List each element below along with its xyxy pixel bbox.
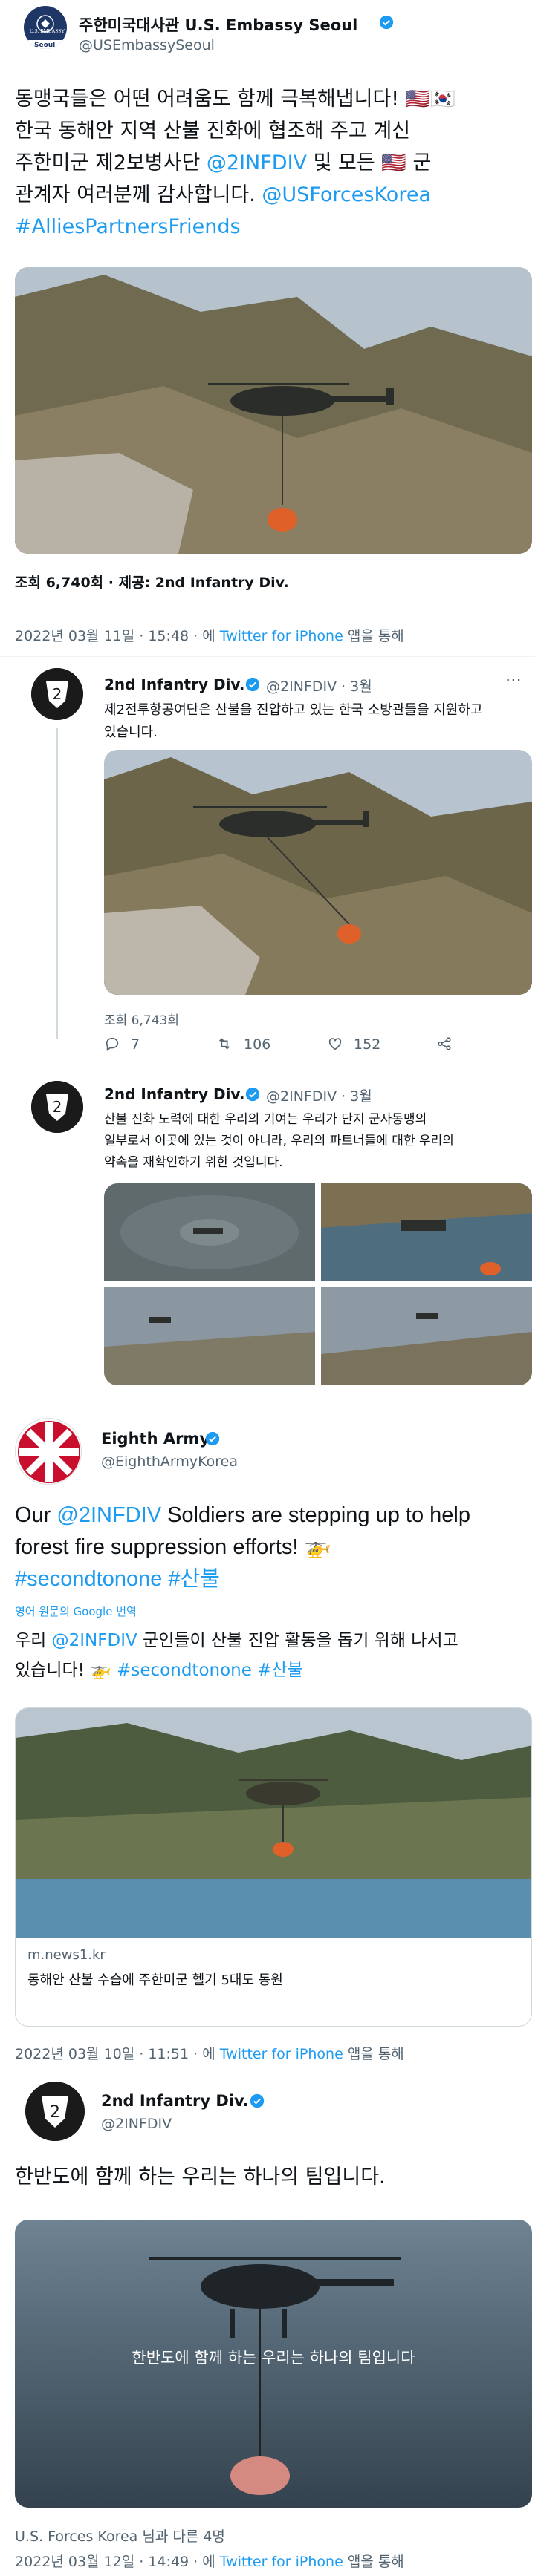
indianhead-patch-icon: 2 (25, 2082, 85, 2141)
tweet3-author-handle[interactable]: @2INFDIV (101, 2116, 172, 2132)
2infdiv-avatar[interactable]: 2 (31, 1081, 83, 1133)
eighth-army-patch-icon (18, 1421, 80, 1483)
retweet-count: 106 (244, 1036, 271, 1053)
tweet1-views: 조회 6,740회 · 제공: 2nd Infantry Div. (15, 575, 289, 591)
svg-text:2: 2 (53, 685, 62, 703)
tweet1-video-helicopter[interactable] (15, 267, 532, 554)
link-card-image (16, 1708, 531, 1938)
like-count: 152 (354, 1036, 381, 1053)
tweet1-text: 동맹국들은 어떤 어려움도 함께 극복해냅니다! 🇺🇸🇰🇷 한국 동해안 지역 … (15, 83, 528, 243)
tweet3-text: 한반도에 함께 하는 우리는 하나의 팀입니다. (15, 2165, 386, 2188)
tweet2-meta: 2022년 03월 10일 · 11:51 · 에 Twitter for iP… (15, 2046, 404, 2062)
embassy-avatar-label-bottom: Seoul (34, 42, 56, 49)
eighth-army-avatar[interactable] (15, 1418, 82, 1485)
embassy-avatar-label-top: U.S. EMBASSY (30, 28, 65, 34)
reply-count: 7 (131, 1036, 140, 1053)
tweet1-source-link[interactable]: Twitter for iPhone (220, 628, 343, 644)
tweet3-video[interactable]: 한반도에 함께 하는 우리는 하나의 팀입니다 (15, 2220, 532, 2508)
tweet1-author-name[interactable]: 주한미국대사관 U.S. Embassy Seoul (79, 13, 357, 36)
tweet2-author-name[interactable]: Eighth Army (101, 1430, 210, 1448)
tweet3-meta: 2022년 03월 12일 · 14:49 · 에 Twitter for iP… (15, 2554, 404, 2570)
share-icon (438, 1037, 451, 1050)
link-card[interactable]: m.news1.kr 동해안 산불 수습에 주한미군 헬기 5대도 동원 (15, 1707, 532, 2027)
translate-label[interactable]: 영어 원문의 Google 번역 (15, 1604, 137, 1619)
quote2-photo-grid[interactable] (104, 1183, 532, 1385)
mention-2infdiv[interactable]: @2INFDIV (56, 1503, 161, 1527)
tweet2-translation: 우리 @2INFDIV 군인들이 산불 진압 활동을 돕기 위해 나서고 있습니… (15, 1631, 458, 1680)
more-options-icon[interactable]: ⋯ (505, 671, 522, 690)
quote1-author-name[interactable]: 2nd Infantry Div. (104, 676, 244, 693)
verified-badge-icon (379, 15, 394, 30)
quote1-views: 조회 6,743회 (104, 1013, 179, 1028)
like-button[interactable]: 152 (327, 1036, 380, 1053)
hashtag-secondtonone[interactable]: #secondtonone #산불 (117, 1661, 303, 1680)
link-card-title: 동해안 산불 수습에 주한미군 헬기 5대도 동원 (27, 1972, 283, 1988)
hashtag-alliespartnersfriends[interactable]: #AlliesPartnersFriends (15, 211, 528, 243)
hashtag-secondtonone[interactable]: #secondtonone #산불 (15, 1563, 528, 1595)
quote2-author-name[interactable]: 2nd Infantry Div. (104, 1085, 244, 1103)
mention-2infdiv[interactable]: @2INFDIV (207, 151, 307, 174)
verified-badge-icon (245, 677, 260, 692)
verified-badge-icon (205, 1431, 220, 1446)
quote2-author-handle[interactable]: @2INFDIV · 3월 (266, 1085, 372, 1105)
quote2-text: 산불 진화 노력에 대한 우리의 기여는 우리가 단지 군사동맹의 일부로서 이… (104, 1112, 454, 1170)
quote1-photo-helicopter[interactable] (104, 750, 532, 995)
verified-badge-icon (250, 2093, 265, 2108)
2infdiv-avatar[interactable]: 2 (25, 2082, 85, 2141)
quote1-author-handle[interactable]: @2INFDIV · 3월 (266, 676, 372, 696)
heart-icon (328, 1038, 342, 1050)
retweet-icon (218, 1038, 230, 1050)
indianhead-patch-icon: 2 (31, 1081, 83, 1133)
svg-text:2: 2 (53, 1098, 62, 1116)
svg-text:2: 2 (50, 2103, 60, 2122)
thread-line (56, 728, 58, 1039)
tagged-users[interactable]: U.S. Forces Korea 님과 다른 4명 (15, 2526, 225, 2546)
indianhead-patch-icon: 2 (31, 668, 83, 720)
tweet2-text: Our @2INFDIV Soldiers are stepping up to… (15, 1500, 528, 1595)
video-caption: 한반도에 함께 하는 우리는 하나의 팀입니다 (132, 2349, 415, 2367)
mention-usforceskorea[interactable]: @USForcesKorea (262, 183, 431, 206)
separator (0, 656, 535, 657)
verified-badge-icon (245, 1087, 260, 1102)
tweet2-source-link[interactable]: Twitter for iPhone (220, 2046, 343, 2062)
link-card-domain: m.news1.kr (27, 1947, 106, 1963)
tweet2-author-handle[interactable]: @EighthArmyKorea (101, 1454, 238, 1470)
tweet1-author-handle[interactable]: @USEmbassySeoul (79, 37, 215, 53)
tweet1-meta: 2022년 03월 11일 · 15:48 · 에 Twitter for iP… (15, 628, 404, 644)
tweet3-author-name[interactable]: 2nd Infantry Div. (101, 2092, 249, 2110)
share-button[interactable] (435, 1036, 453, 1055)
reply-button[interactable]: 7 (104, 1036, 140, 1053)
tweet3-source-link[interactable]: Twitter for iPhone (220, 2554, 343, 2570)
reply-icon (106, 1037, 119, 1051)
retweet-button[interactable]: 106 (215, 1036, 270, 1053)
quote1-text: 제2전투항공여단은 산불을 진압하고 있는 한국 소방관들을 지원하고 있습니다… (104, 702, 483, 740)
2infdiv-avatar[interactable]: 2 (31, 668, 83, 720)
mention-2infdiv[interactable]: @2INFDIV (52, 1631, 137, 1650)
